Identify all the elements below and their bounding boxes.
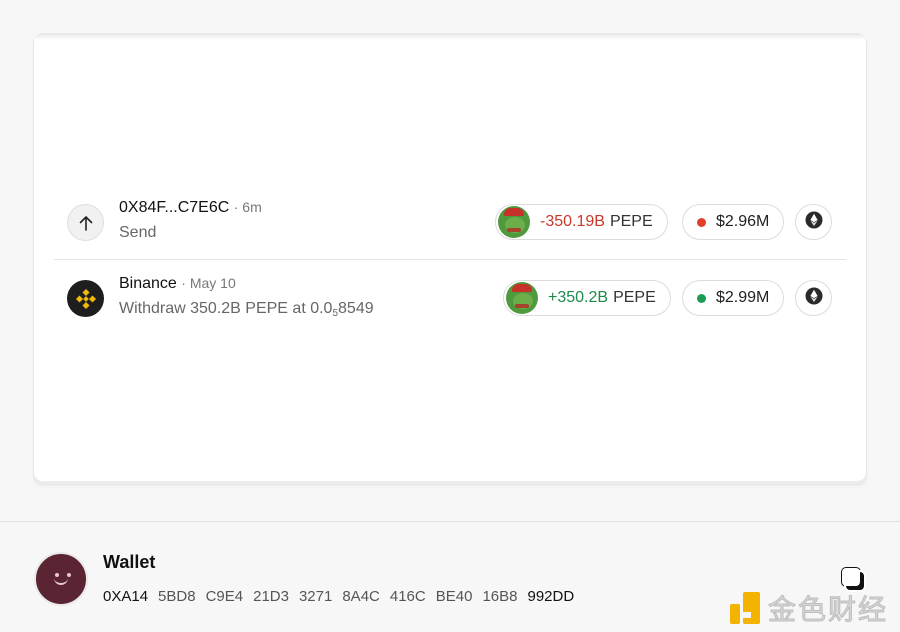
watermark-text: 金色财经 <box>767 593 889 627</box>
token-amount: +350.2B <box>548 289 609 306</box>
token-amount: -350.19B <box>540 213 605 230</box>
pepe-token-icon <box>498 206 530 238</box>
arrow-up-icon <box>67 204 104 241</box>
card-top-edge <box>34 34 866 40</box>
wallet-footer: Wallet 0XA14 5BD8 C9E4 21D3 3271 8A4C 41… <box>0 521 900 632</box>
address-chunk: BE40 <box>435 588 473 605</box>
chain-button[interactable] <box>795 204 832 240</box>
ethereum-icon <box>805 287 823 310</box>
status-dot-icon <box>697 293 706 303</box>
usd-value: $2.99M <box>716 289 770 306</box>
wallet-address[interactable]: 0XA14 5BD8 C9E4 21D3 3271 8A4C 416C BE40… <box>103 588 574 605</box>
address-chunk: 21D3 <box>253 588 289 605</box>
counterparty-address[interactable]: 0X84F...C7E6C <box>119 199 229 216</box>
transactions-card: 0X84F...C7E6C · 6m Send -350.19B PEPE $2… <box>33 33 867 485</box>
wallet-title: Wallet <box>103 552 156 572</box>
address-chunk: 416C <box>389 588 426 605</box>
address-chunk: 8A4C <box>342 588 380 605</box>
address-chunk: 0XA14 <box>103 588 149 605</box>
transaction-title: 0X84F...C7E6C · 6m <box>119 199 262 217</box>
exchange-name[interactable]: Binance <box>119 275 177 292</box>
ethereum-icon <box>805 211 823 234</box>
address-chunk: C9E4 <box>205 588 244 605</box>
watermark-logo-icon <box>730 592 762 624</box>
address-chunk: 992DD <box>527 588 575 605</box>
transaction-time: · 6m <box>233 199 262 215</box>
address-chunk: 16B8 <box>482 588 518 605</box>
status-dot-icon <box>697 217 706 227</box>
avatar[interactable] <box>34 552 88 606</box>
transaction-title: Binance · May 10 <box>119 275 236 293</box>
chain-button[interactable] <box>795 280 832 316</box>
transaction-row-send[interactable]: 0X84F...C7E6C · 6m Send -350.19B PEPE $2… <box>54 184 846 260</box>
token-symbol: PEPE <box>609 213 653 230</box>
description-main: Withdraw 350.2B PEPE at 0.0 <box>119 300 333 317</box>
usd-value-pill[interactable]: $2.99M <box>682 280 785 316</box>
address-chunk: 3271 <box>298 588 333 605</box>
binance-icon <box>67 280 104 317</box>
transaction-time: · May 10 <box>181 275 236 291</box>
watermark: 金色财经 <box>730 588 888 628</box>
description-tail: 8549 <box>338 300 374 317</box>
transaction-type: Send <box>119 224 157 241</box>
token-amount-pill[interactable]: +350.2B PEPE <box>503 280 671 316</box>
token-amount-pill[interactable]: -350.19B PEPE <box>495 204 668 240</box>
pepe-token-icon <box>506 282 538 314</box>
token-symbol: PEPE <box>613 289 656 306</box>
address-chunk: 5BD8 <box>158 588 196 605</box>
transaction-description: Withdraw 350.2B PEPE at 0.058549 <box>119 300 374 319</box>
usd-value: $2.96M <box>716 213 770 230</box>
transaction-row-withdraw[interactable]: Binance · May 10 Withdraw 350.2B PEPE at… <box>54 260 846 336</box>
usd-value-pill[interactable]: $2.96M <box>682 204 785 240</box>
